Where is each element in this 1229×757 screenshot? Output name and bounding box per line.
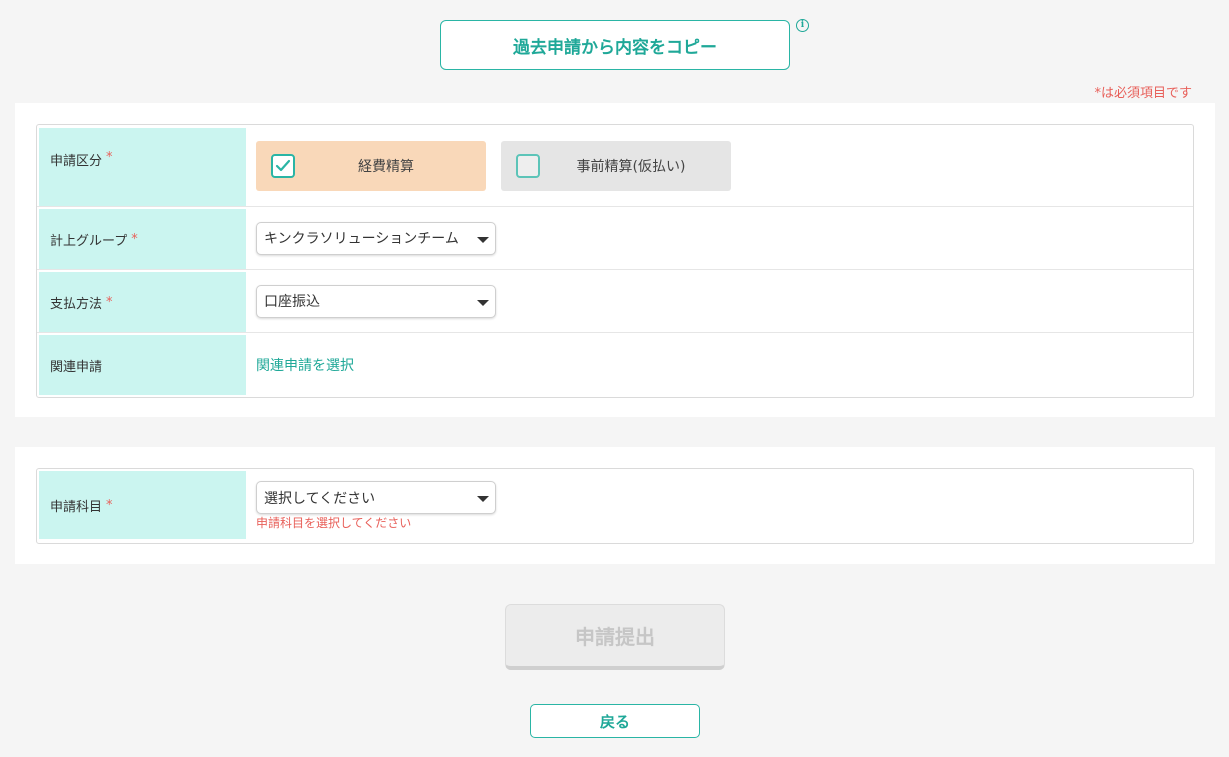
- select-related-link[interactable]: 関連申請を選択: [256, 355, 354, 375]
- row-related: 関連申請 関連申請を選択: [37, 333, 1193, 397]
- row-group: 計上グループ * キンクラソリューションチーム: [37, 207, 1193, 270]
- subject-select-value: 選択してください: [264, 490, 376, 507]
- subject-form: 申請科目 * 選択してください 申請科目を選択してください: [36, 468, 1194, 544]
- required-mark: *: [106, 294, 113, 310]
- category-option-expense[interactable]: 経費精算: [256, 140, 486, 191]
- back-button[interactable]: 戻る: [530, 704, 700, 738]
- row-subject: 申請科目 * 選択してください 申請科目を選択してください: [37, 469, 1193, 543]
- group-select-value: キンクラソリューションチーム: [264, 231, 459, 247]
- required-note: *は必須項目です: [1094, 86, 1192, 101]
- category-options: 経費精算 事前精算(仮払い): [246, 125, 1193, 206]
- copy-from-past-wrap: 過去申請から内容をコピー: [440, 20, 790, 70]
- checkbox-unchecked[interactable]: [516, 153, 540, 178]
- related-label-text: 関連申請: [50, 359, 103, 375]
- required-mark: *: [106, 497, 113, 513]
- caret-down-icon: [477, 236, 489, 243]
- row-payment: 支払方法 * 口座振込: [37, 270, 1193, 333]
- required-mark: *: [131, 231, 138, 247]
- related-label: 関連申請: [39, 335, 246, 395]
- basic-info-form: 申請区分 * 経費精算 事前精算(仮払い) 計上グループ * キンクラソリューシ…: [36, 124, 1194, 398]
- group-value: キンクラソリューションチーム: [246, 207, 1193, 269]
- category-option-advance[interactable]: 事前精算(仮払い): [501, 140, 731, 191]
- related-value: 関連申請を選択: [246, 333, 1193, 397]
- required-mark: *: [106, 150, 113, 165]
- row-category: 申請区分 * 経費精算 事前精算(仮払い): [37, 125, 1193, 207]
- info-circle-icon[interactable]: i: [796, 19, 809, 32]
- caret-down-icon: [477, 496, 489, 502]
- check-icon: [275, 159, 291, 171]
- payment-select[interactable]: 口座振込: [256, 284, 496, 318]
- subject-label: 申請科目 *: [39, 471, 246, 539]
- payment-value: 口座振込: [246, 270, 1193, 332]
- submit-button[interactable]: 申請提出: [505, 604, 725, 670]
- caret-down-icon: [477, 299, 489, 306]
- payment-label-text: 支払方法: [50, 296, 103, 312]
- basic-info-panel: 申請区分 * 経費精算 事前精算(仮払い) 計上グループ * キンクラソリューシ…: [15, 103, 1215, 417]
- payment-label: 支払方法 *: [39, 272, 246, 332]
- subject-label-text: 申請科目: [50, 499, 103, 515]
- subject-error-message: 申請科目を選択してください: [256, 516, 412, 530]
- subject-panel: 申請科目 * 選択してください 申請科目を選択してください: [15, 447, 1215, 564]
- payment-select-value: 口座振込: [264, 294, 320, 310]
- checkbox-checked[interactable]: [271, 153, 295, 178]
- group-label-text: 計上グループ: [50, 233, 128, 249]
- copy-from-past-button[interactable]: 過去申請から内容をコピー: [440, 20, 790, 70]
- category-label-text: 申請区分: [50, 154, 103, 169]
- group-label: 計上グループ *: [39, 209, 246, 269]
- group-select[interactable]: キンクラソリューションチーム: [256, 221, 496, 255]
- subject-select[interactable]: 選択してください: [256, 481, 496, 514]
- subject-value: 選択してください 申請科目を選択してください: [246, 469, 1193, 543]
- category-label: 申請区分 *: [39, 128, 246, 206]
